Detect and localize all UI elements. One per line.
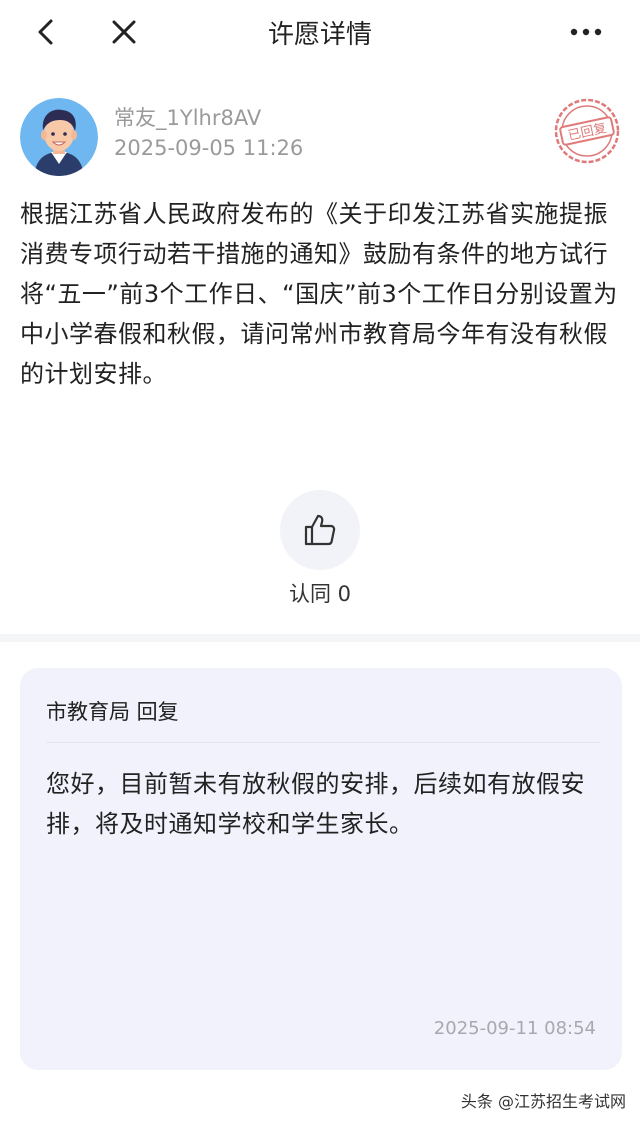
nav-bar: 许愿详情	[0, 0, 640, 64]
replied-stamp-icon: 已回复	[552, 96, 622, 166]
reply-card: 市教育局 回复 您好，目前暂未有放秋假的安排，后续如有放假安排，将及时通知学校和…	[20, 668, 622, 1070]
reply-header: 市教育局 回复	[46, 700, 179, 724]
more-horizontal-icon[interactable]	[566, 22, 606, 42]
user-name[interactable]: 常友_1Ylhr8AV	[114, 102, 261, 132]
reply-text: 您好，目前暂未有放秋假的安排，后续如有放假安排，将及时通知学校和学生家长。	[46, 770, 585, 838]
avatar[interactable]	[20, 98, 98, 176]
section-divider	[0, 634, 640, 642]
like-count-label: 认同 0	[288, 582, 352, 606]
watermark: 头条 @江苏招生考试网	[460, 1092, 626, 1111]
question-text: 根据江苏省人民政府发布的《关于印发江苏省实施提振消费专项行动若干措施的通知》鼓励…	[20, 200, 618, 388]
page-title: 许愿详情	[267, 20, 372, 50]
like-button[interactable]	[280, 490, 360, 570]
reply-timestamp: 2025-09-11 08:54	[433, 1018, 596, 1039]
post-timestamp: 2025-09-05 11:26	[114, 136, 304, 160]
reply-divider	[46, 742, 600, 743]
thumbs-up-icon	[304, 514, 336, 546]
